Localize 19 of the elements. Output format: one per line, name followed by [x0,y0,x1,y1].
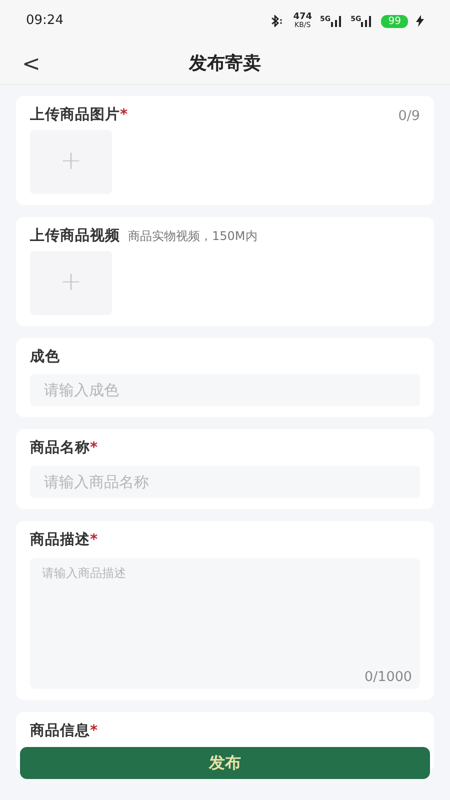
signal-icon [330,16,343,26]
input-field[interactable]: 请输入成色 [30,374,420,406]
network-speed: 474 [293,13,312,22]
field-label: 上传商品视频 [30,226,120,246]
page-title: 发布寄卖 [189,52,261,76]
char-counter: 0/1000 [364,668,412,686]
upload-counter: 0/9 [398,106,420,126]
field-label: 商品信息* [30,722,98,741]
field-label: 成色 [30,348,60,366]
back-button[interactable]: < [16,48,46,81]
field-label: 商品名称* [30,438,98,458]
field-hint: 商品实物视频，150M内 [128,228,258,245]
field-label: 上传商品图片* [30,106,128,125]
publish-button[interactable]: 发布 [20,747,430,779]
battery-level: 99 [381,14,408,28]
signal-icon [361,16,374,26]
status-time: 09:24 [26,12,64,30]
input-field[interactable]: 请输入商品名称 [30,466,420,498]
field-label: 商品描述* [30,530,98,550]
